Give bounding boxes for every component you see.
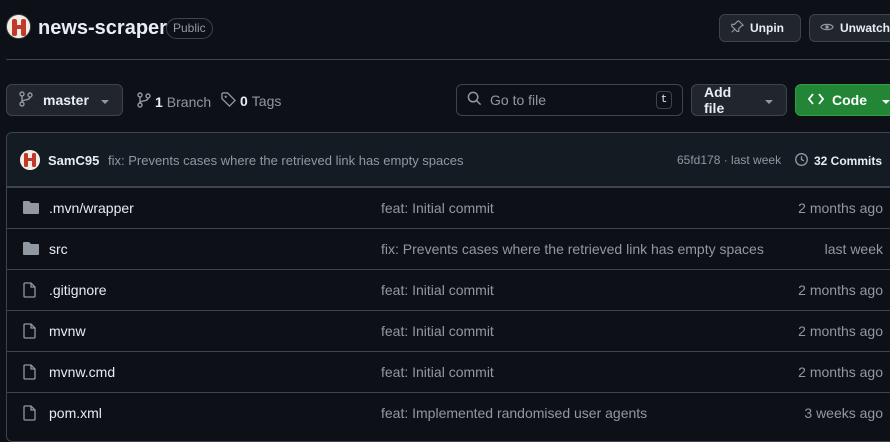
file-row[interactable]: .gitignore feat: Initial commit 2 months… [7, 269, 890, 310]
file-name-link[interactable]: mvnw [49, 323, 86, 339]
keyboard-shortcut-hint: t [656, 91, 672, 109]
file-name-link[interactable]: pom.xml [49, 405, 102, 421]
file-row[interactable]: mvnw feat: Initial commit 2 months ago [7, 310, 890, 351]
file-icon [23, 405, 41, 421]
file-commit-date: 2 months ago [798, 323, 883, 339]
git-branch-icon [137, 92, 151, 111]
commit-hash-and-time[interactable]: 65fd178 · last week [677, 153, 781, 167]
git-branch-icon [19, 90, 33, 110]
eye-icon [820, 20, 834, 37]
code-icon [807, 92, 825, 108]
unpin-label: Unpin [750, 21, 784, 35]
file-commit-message[interactable]: feat: Implemented randomised user agents [381, 405, 647, 421]
commit-author-link[interactable]: SamC95 [48, 153, 99, 168]
unpin-button[interactable]: Unpin [719, 14, 801, 42]
file-row[interactable]: src fix: Prevents cases where the retrie… [7, 228, 890, 269]
branch-selector-button[interactable]: master [6, 84, 123, 116]
unwatch-label: Unwatch [840, 21, 890, 35]
file-name-link[interactable]: src [49, 241, 68, 257]
chevron-down-icon [764, 92, 774, 108]
file-icon [23, 282, 41, 298]
latest-commit-bar: SamC95 fix: Prevents cases where the ret… [7, 133, 890, 187]
file-commit-message[interactable]: feat: Initial commit [381, 200, 494, 216]
add-file-label: Add file [704, 84, 732, 116]
branches-link[interactable]: 1 Branch [137, 92, 211, 111]
unwatch-button[interactable]: Unwatch [809, 14, 890, 42]
repo-name-link[interactable]: news-scraper [38, 17, 167, 40]
branch-count-label: Branch [166, 93, 212, 110]
header-divider [6, 59, 890, 60]
file-icon [23, 364, 41, 380]
branch-name: master [43, 92, 89, 108]
file-name-link[interactable]: mvnw.cmd [49, 364, 115, 380]
file-commit-date: 2 months ago [798, 282, 883, 298]
commits-history-link[interactable]: 32 Commits [794, 152, 882, 170]
branch-count: 1 [155, 93, 163, 110]
commit-author-avatar[interactable] [20, 150, 40, 170]
file-commit-date: 2 months ago [798, 200, 883, 216]
file-commit-message[interactable]: fix: Prevents cases where the retrieved … [381, 241, 764, 257]
file-commit-message[interactable]: feat: Initial commit [381, 282, 494, 298]
file-icon [23, 323, 41, 339]
search-placeholder: Go to file [490, 92, 547, 108]
file-name-link[interactable]: .mvn/wrapper [49, 200, 134, 216]
file-commit-date: 3 weeks ago [804, 405, 883, 421]
go-to-file-input[interactable]: Go to file t [456, 84, 683, 116]
file-commit-message[interactable]: feat: Initial commit [381, 364, 494, 380]
file-name-link[interactable]: .gitignore [49, 282, 107, 298]
chevron-down-icon [100, 92, 110, 108]
commits-count: 32 Commits [814, 154, 883, 168]
tag-count: 0 [240, 93, 248, 109]
search-icon [467, 91, 482, 109]
file-row[interactable]: mvnw.cmd feat: Initial commit 2 months a… [7, 351, 890, 392]
pin-icon [730, 19, 745, 37]
file-row[interactable]: pom.xml feat: Implemented randomised use… [7, 392, 890, 433]
repo-owner-avatar[interactable] [6, 14, 31, 39]
tag-count-label: Tags [251, 93, 282, 109]
folder-icon [23, 241, 41, 257]
file-commit-date: 2 months ago [798, 364, 883, 380]
file-browser-panel: SamC95 fix: Prevents cases where the ret… [6, 132, 890, 442]
file-commit-date: last week [824, 241, 883, 257]
folder-icon [23, 200, 41, 216]
visibility-badge: Public [166, 18, 213, 39]
chevron-down-icon [881, 92, 890, 108]
history-icon [794, 152, 809, 170]
tags-link[interactable]: 0 Tags [221, 92, 281, 110]
code-button[interactable]: Code [795, 84, 890, 116]
file-row[interactable]: .mvn/wrapper feat: Initial commit 2 mont… [7, 187, 890, 228]
add-file-button[interactable]: Add file [691, 84, 787, 116]
commit-message-link[interactable]: fix: Prevents cases where the retrieved … [108, 153, 464, 168]
file-commit-message[interactable]: feat: Initial commit [381, 323, 494, 339]
tag-icon [221, 92, 236, 110]
code-label: Code [832, 92, 867, 108]
